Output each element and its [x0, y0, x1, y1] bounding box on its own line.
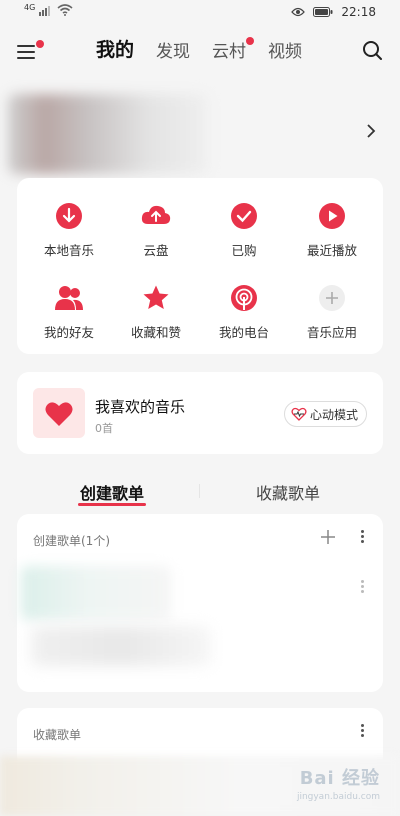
top-tabs: 我的 发现 云村 视频 [96, 37, 324, 64]
active-tab-indicator [78, 503, 146, 506]
liked-music-title: 我喜欢的音乐 [95, 398, 186, 416]
status-bar: 4G 22:18 [0, 0, 400, 26]
playlist-item-blurred[interactable] [21, 566, 171, 620]
plus-icon [319, 285, 345, 311]
grid-item-label: 云盘 [143, 243, 169, 258]
grid-item-recent[interactable]: 最近播放 [287, 202, 377, 259]
watermark-url: jingyan.baidu.com [296, 792, 380, 802]
profile-blurred-area [8, 94, 208, 174]
chevron-right-icon [367, 124, 376, 138]
grid-item-favorites[interactable]: 收藏和赞 [111, 284, 201, 341]
liked-music-card[interactable]: 我喜欢的音乐 0首 心动模式 [17, 372, 383, 454]
grid-item-music-apps[interactable]: 音乐应用 [287, 284, 377, 341]
heart-mode-button[interactable]: 心动模式 [283, 401, 367, 427]
created-more-button[interactable] [357, 528, 367, 548]
top-nav: 我的 发现 云村 视频 [0, 30, 400, 74]
playlist-tabs: 创建歌单 收藏歌单 [0, 476, 400, 506]
heart-icon [45, 402, 73, 426]
watermark: Bai 经验 jingyan.baidu.com [270, 758, 380, 808]
search-button[interactable] [360, 38, 386, 64]
network-label: 4G [24, 2, 36, 12]
grid-item-label: 已购 [231, 243, 257, 258]
grid-item-purchased[interactable]: 已购 [199, 202, 289, 259]
tab-mine[interactable]: 我的 [96, 38, 134, 64]
grid-item-label: 音乐应用 [306, 325, 357, 340]
grid-item-label: 收藏和赞 [130, 325, 181, 340]
tab-collected-playlists[interactable]: 收藏歌单 [256, 480, 320, 504]
created-playlists-card: 创建歌单(1个) [17, 514, 383, 692]
clock: 22:18 [341, 5, 376, 19]
tab-discover[interactable]: 发现 [156, 40, 190, 64]
radio-icon [231, 285, 257, 311]
playlist-item-more-button[interactable] [357, 578, 367, 598]
download-icon [56, 203, 82, 229]
playlist-item-blurred-secondary [31, 626, 211, 666]
eye-icon [291, 7, 306, 17]
watermark-text: Bai 经验 [299, 768, 380, 789]
tab-created-playlists[interactable]: 创建歌单 [80, 480, 144, 504]
profile-row[interactable] [0, 92, 400, 176]
notification-dot [36, 40, 44, 48]
tab-badge-dot [246, 37, 255, 45]
grid-item-label: 本地音乐 [43, 243, 94, 258]
collected-playlists-header: 收藏歌单 [33, 728, 82, 742]
quick-access-card: 本地音乐 云盘 已购 最近播放 我的好友 收藏和赞 我的电台 音乐应用 [17, 178, 383, 354]
search-icon [363, 41, 382, 60]
add-playlist-button[interactable] [319, 528, 337, 546]
battery-icon [313, 7, 333, 17]
created-playlists-header: 创建歌单(1个) [33, 534, 110, 548]
heart-mode-label: 心动模式 [309, 407, 358, 422]
grid-item-label: 我的电台 [218, 325, 269, 340]
cloud-upload-icon [141, 205, 171, 224]
liked-music-cover [33, 388, 85, 438]
liked-music-count: 0首 [95, 422, 113, 435]
grid-item-label: 我的好友 [43, 325, 94, 340]
tab-cloud-village[interactable]: 云村 [212, 37, 255, 64]
signal-icon [39, 6, 51, 16]
tab-cloud-village-label: 云村 [212, 42, 247, 62]
tab-video[interactable]: 视频 [268, 40, 302, 64]
menu-button[interactable] [14, 38, 44, 66]
grid-item-local-music[interactable]: 本地音乐 [24, 202, 114, 259]
wifi-icon [57, 4, 73, 16]
star-icon [143, 285, 169, 309]
grid-item-friends[interactable]: 我的好友 [24, 284, 114, 341]
heartbeat-icon [291, 407, 307, 421]
check-icon [231, 203, 257, 229]
grid-item-label: 最近播放 [306, 243, 357, 258]
tab-divider [199, 484, 200, 498]
play-icon [319, 203, 345, 229]
grid-item-radio[interactable]: 我的电台 [199, 284, 289, 341]
collected-more-button[interactable] [357, 722, 367, 742]
friends-icon [55, 286, 83, 310]
grid-item-cloud-disk[interactable]: 云盘 [111, 202, 201, 259]
